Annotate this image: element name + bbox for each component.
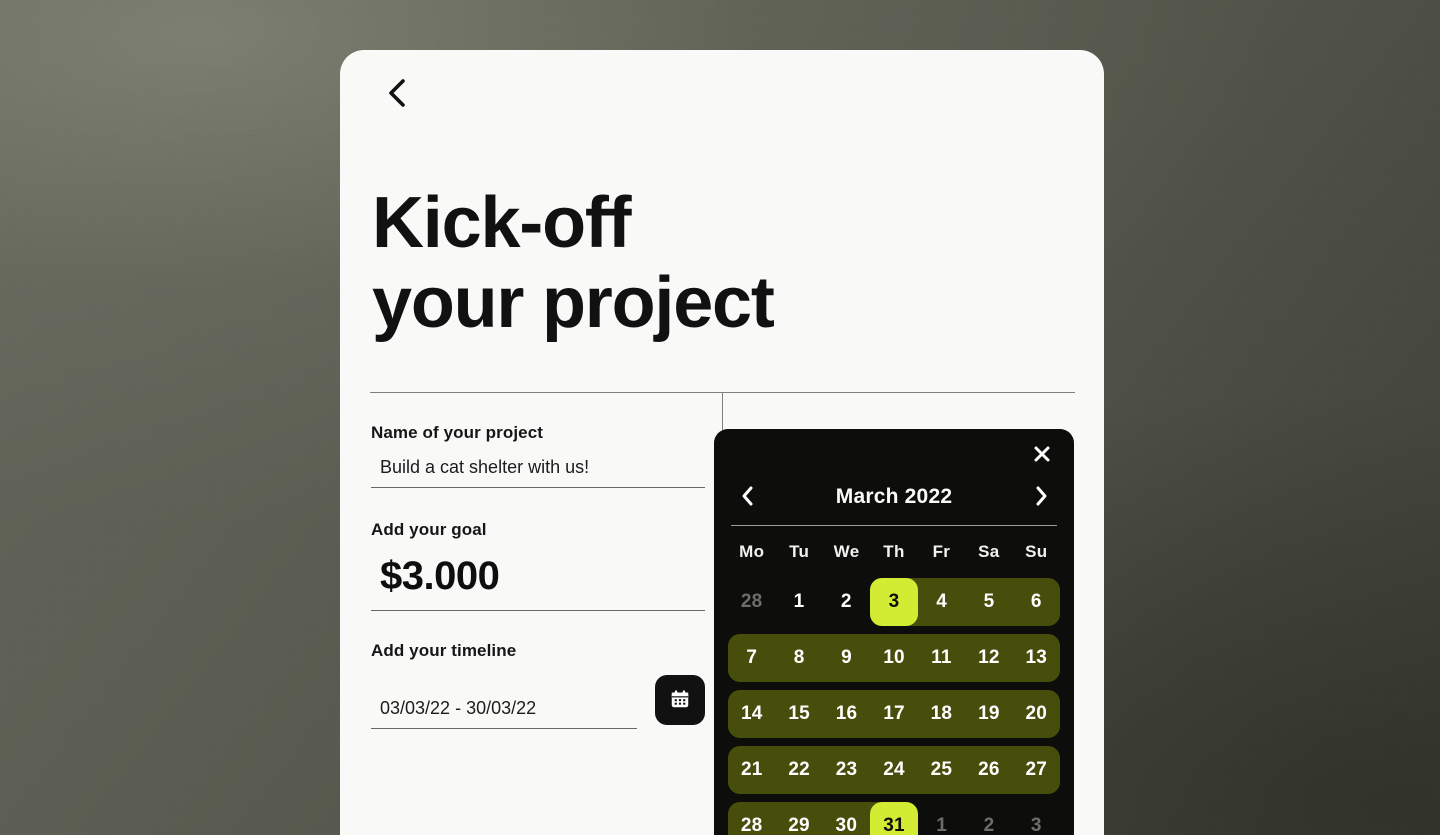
page-title: Kick-off your project (372, 183, 1072, 343)
chevron-right-icon (1034, 485, 1049, 510)
chevron-left-icon (740, 485, 755, 510)
field-underline-goal (371, 554, 705, 611)
previous-month-button[interactable] (732, 482, 762, 512)
timeline-input[interactable] (380, 698, 637, 719)
calendar-day[interactable]: 9 (823, 634, 870, 682)
calendar-day[interactable]: 29 (775, 802, 822, 835)
calendar-day[interactable]: 20 (1013, 690, 1060, 738)
weekday-label: Tu (789, 542, 810, 561)
calendar-week-row: 28 29 30 31 1 2 3 (728, 798, 1060, 835)
close-date-picker-button[interactable] (1028, 441, 1056, 469)
calendar-day[interactable]: 30 (823, 802, 870, 835)
calendar-day[interactable]: 12 (965, 634, 1012, 682)
weekday-label: Sa (978, 542, 1000, 561)
field-underline-timeline (371, 698, 637, 729)
calendar-day[interactable]: 8 (775, 634, 822, 682)
calendar-day[interactable]: 28 (728, 578, 775, 626)
calendar-day[interactable]: 25 (918, 746, 965, 794)
field-underline-project-name (371, 457, 705, 488)
calendar-day[interactable]: 13 (1013, 634, 1060, 682)
goal-input[interactable] (380, 554, 705, 599)
project-card: Kick-off your project Name of your proje… (340, 50, 1104, 835)
calendar-day[interactable]: 10 (870, 634, 917, 682)
weekday-label: Th (883, 542, 905, 561)
weekday-label: Su (1025, 542, 1048, 561)
calendar-week-row: 7 8 9 10 11 12 13 (728, 630, 1060, 686)
calendar-day[interactable]: 16 (823, 690, 870, 738)
field-label-timeline: Add your timeline (371, 641, 517, 660)
project-form: Name of your project Add your goal Add y… (371, 423, 705, 761)
field-timeline: Add your timeline (371, 641, 705, 729)
field-project-name: Name of your project (371, 423, 705, 488)
calendar-day[interactable]: 3 (1013, 802, 1060, 835)
calendar-day[interactable]: 7 (728, 634, 775, 682)
calendar-day[interactable]: 14 (728, 690, 775, 738)
calendar-day[interactable]: 2 (823, 578, 870, 626)
calendar-day[interactable]: 4 (918, 578, 965, 626)
calendar-day[interactable]: 24 (870, 746, 917, 794)
calendar-week-row: 28 1 2 3 4 5 6 (728, 574, 1060, 630)
date-picker-panel: March 2022 Mo Tu We Th Fr Sa Su 28 1 2 3 4 5 6 7 8 9 10 1… (714, 429, 1074, 835)
weekday-label: Fr (932, 542, 951, 561)
next-month-button[interactable] (1026, 482, 1056, 512)
back-button[interactable] (372, 68, 422, 118)
page-title-line-1: Kick-off (372, 183, 632, 263)
calendar-day[interactable]: 23 (823, 746, 870, 794)
calendar-icon (669, 688, 691, 713)
field-label-goal: Add your goal (371, 520, 487, 539)
calendar-day[interactable]: 18 (918, 690, 965, 738)
calendar-day[interactable]: 26 (965, 746, 1012, 794)
close-icon (1032, 444, 1052, 467)
calendar-day[interactable]: 6 (1013, 578, 1060, 626)
open-calendar-button[interactable] (655, 675, 705, 725)
calendar-week-row: 14 15 16 17 18 19 20 (728, 686, 1060, 742)
calendar-day[interactable]: 21 (728, 746, 775, 794)
page-title-line-2: your project (372, 263, 775, 343)
weekday-label: We (833, 542, 860, 561)
calendar-day[interactable]: 2 (965, 802, 1012, 835)
calendar-day[interactable]: 1 (918, 802, 965, 835)
calendar-day[interactable]: 15 (775, 690, 822, 738)
calendar-day[interactable]: 5 (965, 578, 1012, 626)
date-picker-rule (731, 525, 1057, 526)
current-month-label: March 2022 (835, 485, 953, 508)
calendar-grid: 28 1 2 3 4 5 6 7 8 9 10 11 12 13 14 15 16 17 18 19 20 21 22 23 2… (728, 574, 1060, 835)
weekday-label: Mo (739, 542, 765, 561)
field-label-project-name: Name of your project (371, 423, 544, 442)
calendar-day[interactable]: 1 (775, 578, 822, 626)
timeline-row (371, 675, 705, 729)
project-name-input[interactable] (380, 457, 705, 478)
calendar-day[interactable]: 27 (1013, 746, 1060, 794)
calendar-day[interactable]: 11 (918, 634, 965, 682)
calendar-day[interactable]: 17 (870, 690, 917, 738)
calendar-week-row: 21 22 23 24 25 26 27 (728, 742, 1060, 798)
calendar-day[interactable]: 31 (869, 802, 918, 835)
weekday-header-row: Mo Tu We Th Fr Sa Su (728, 536, 1060, 568)
calendar-day[interactable]: 19 (965, 690, 1012, 738)
chevron-left-icon (386, 77, 408, 109)
date-picker-header: March 2022 (728, 473, 1060, 521)
calendar-day[interactable]: 3 (869, 578, 918, 626)
calendar-day[interactable]: 28 (728, 802, 775, 835)
field-goal: Add your goal (371, 520, 705, 611)
calendar-day[interactable]: 22 (775, 746, 822, 794)
